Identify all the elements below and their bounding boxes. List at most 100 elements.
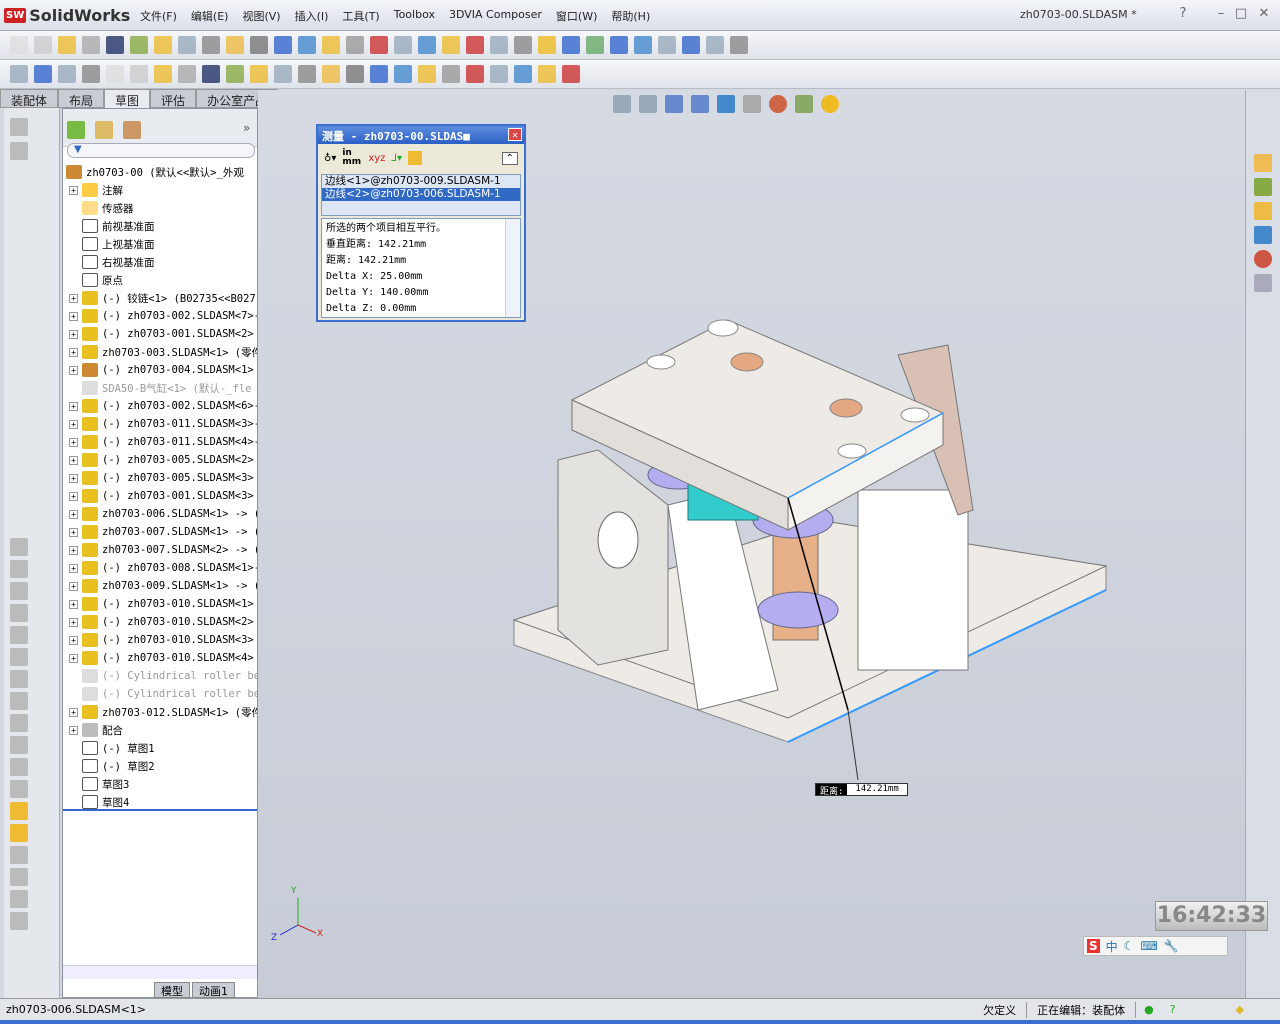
expand-icon[interactable]: + (69, 185, 78, 195)
appearances-icon[interactable] (1254, 250, 1272, 268)
close-button[interactable]: ✕ (1256, 6, 1272, 22)
feature-tool-icon-3[interactable] (10, 560, 28, 578)
standard-tool-icon-14[interactable] (346, 36, 364, 54)
feature-tool-icon-15[interactable] (10, 824, 28, 842)
tree-item[interactable]: + 配合 (63, 721, 257, 739)
menu-item[interactable]: 窗口(W) (556, 8, 597, 24)
keyboard-icon[interactable]: ⌨ (1140, 939, 1157, 953)
tree-item[interactable]: + (-) zh0703-008.SLDASM<1>- (63, 559, 257, 577)
feature-tool-icon-16[interactable] (10, 846, 28, 864)
standard-tool-icon-21[interactable] (514, 36, 532, 54)
minimize-button[interactable]: – (1213, 6, 1229, 22)
collapse-button[interactable]: ⌃ (501, 151, 518, 165)
expand-icon[interactable]: + (69, 599, 78, 609)
tree-item[interactable]: + (-) zh0703-001.SLDASM<2> (63, 325, 257, 343)
tree-item[interactable]: (-) Cylindrical roller be (63, 685, 257, 703)
appearance-icon[interactable] (769, 95, 787, 113)
standard-tool-icon-5[interactable] (130, 36, 148, 54)
tree-item[interactable]: + (-) zh0703-001.SLDASM<3> (63, 487, 257, 505)
feature-tool-icon-4[interactable] (10, 582, 28, 600)
tree-root[interactable]: zh0703-00 (默认<<默认>_外观 (63, 163, 257, 181)
xyz-delta-icon[interactable]: xyz (368, 153, 385, 164)
help-status-icon[interactable]: ? (1162, 1003, 1236, 1016)
feature-tool-icon-6[interactable] (10, 626, 28, 644)
file-explorer-icon[interactable] (1254, 202, 1272, 220)
tab-model[interactable]: 模型 (154, 982, 190, 998)
sketch-tool-icon-12[interactable] (298, 65, 316, 83)
standard-tool-icon-15[interactable] (370, 36, 388, 54)
tree-item[interactable]: + (-) zh0703-002.SLDASM<7>- (63, 307, 257, 325)
tree-item[interactable]: (-) Cylindrical roller be (63, 667, 257, 685)
standard-tool-icon-9[interactable] (226, 36, 244, 54)
configuration-manager-icon[interactable] (123, 121, 141, 139)
tree-item[interactable]: 草图3 (63, 775, 257, 793)
expand-icon[interactable]: + (69, 311, 78, 321)
expand-icon[interactable]: + (69, 653, 78, 663)
arc-circle-options-icon[interactable]: ♁▾ (324, 153, 336, 164)
sketch-tool-icon-9[interactable] (226, 65, 244, 83)
tree-item[interactable]: + 注解 (63, 181, 257, 199)
tree-item[interactable]: 上视基准面 (63, 235, 257, 253)
sketch-tool-icon-2[interactable] (58, 65, 76, 83)
standard-tool-icon-10[interactable] (250, 36, 268, 54)
zoom-area-icon[interactable] (639, 95, 657, 113)
sketch-tool-icon-1[interactable] (34, 65, 52, 83)
menu-item[interactable]: 工具(T) (342, 8, 379, 24)
sketch-tool-icon-21[interactable] (514, 65, 532, 83)
tree-item[interactable]: + (-) zh0703-011.SLDASM<4>- (63, 433, 257, 451)
standard-tool-icon-7[interactable] (178, 36, 196, 54)
tree-item[interactable]: + (-) zh0703-005.SLDASM<2> (63, 451, 257, 469)
feature-tool-icon-19[interactable] (10, 912, 28, 930)
menu-item[interactable]: 插入(I) (295, 8, 329, 24)
feature-tool-icon-5[interactable] (10, 604, 28, 622)
sketch-tool-icon-8[interactable] (202, 65, 220, 83)
sketch-tool-icon-5[interactable] (130, 65, 148, 83)
measure-close-button[interactable]: ✕ (508, 128, 522, 141)
standard-tool-icon-29[interactable] (706, 36, 724, 54)
filter-icon[interactable]: ▼ (67, 143, 255, 158)
tree-item[interactable]: 原点 (63, 271, 257, 289)
standard-tool-icon-17[interactable] (418, 36, 436, 54)
sketch-tool-icon-15[interactable] (370, 65, 388, 83)
custom-properties-icon[interactable] (1254, 274, 1272, 292)
standard-tool-icon-30[interactable] (730, 36, 748, 54)
solidworks-logo[interactable]: SW SolidWorks (4, 4, 130, 26)
sketch-tool-icon-19[interactable] (466, 65, 484, 83)
menu-item[interactable]: 帮助(H) (611, 8, 650, 24)
feature-tool-icon-10[interactable] (10, 714, 28, 732)
scene-icon[interactable] (795, 95, 813, 113)
tab-0[interactable]: 装配体 (0, 89, 59, 108)
sketch-tool-icon-23[interactable] (562, 65, 580, 83)
results-scrollbar[interactable] (505, 219, 520, 317)
section-view-icon[interactable] (665, 95, 683, 113)
property-manager-icon[interactable] (95, 121, 113, 139)
standard-tool-icon-2[interactable] (58, 36, 76, 54)
resources-icon[interactable] (1254, 154, 1272, 172)
view-palette-icon[interactable] (1254, 226, 1272, 244)
feature-tool-icon-12[interactable] (10, 758, 28, 776)
standard-tool-icon-16[interactable] (394, 36, 412, 54)
sketch-tool-icon-22[interactable] (538, 65, 556, 83)
expand-icon[interactable]: + (69, 563, 78, 573)
hide-show-icon[interactable] (743, 95, 761, 113)
expand-icon[interactable]: + (69, 329, 78, 339)
sketch-tool-icon-20[interactable] (490, 65, 508, 83)
coordinate-system-icon[interactable]: ⅃▾ (391, 153, 402, 164)
expand-icon[interactable]: + (69, 527, 78, 537)
tree-item[interactable]: + (-) zh0703-010.SLDASM<2> (63, 613, 257, 631)
expand-icon[interactable]: + (69, 365, 78, 375)
tree-item[interactable]: (-) 草图2 (63, 757, 257, 775)
standard-tool-icon-25[interactable] (610, 36, 628, 54)
feature-tool-icon-1[interactable] (10, 142, 28, 160)
maximize-button[interactable]: □ (1233, 6, 1249, 22)
selection-list[interactable]: 边线<1>@zh0703-009.SLDASM-1 边线<2>@zh0703-00… (321, 174, 521, 216)
expand-icon[interactable]: + (69, 293, 78, 303)
help-icon[interactable]: ? (1175, 6, 1191, 22)
standard-tool-icon-8[interactable] (202, 36, 220, 54)
tree-item[interactable]: 右视基准面 (63, 253, 257, 271)
standard-tool-icon-19[interactable] (466, 36, 484, 54)
sketch-tool-icon-14[interactable] (346, 65, 364, 83)
expand-icon[interactable]: + (69, 725, 78, 735)
tree-item[interactable]: + (-) zh0703-010.SLDASM<4> (63, 649, 257, 667)
tree-item[interactable]: + (-) zh0703-010.SLDASM<3> (63, 631, 257, 649)
